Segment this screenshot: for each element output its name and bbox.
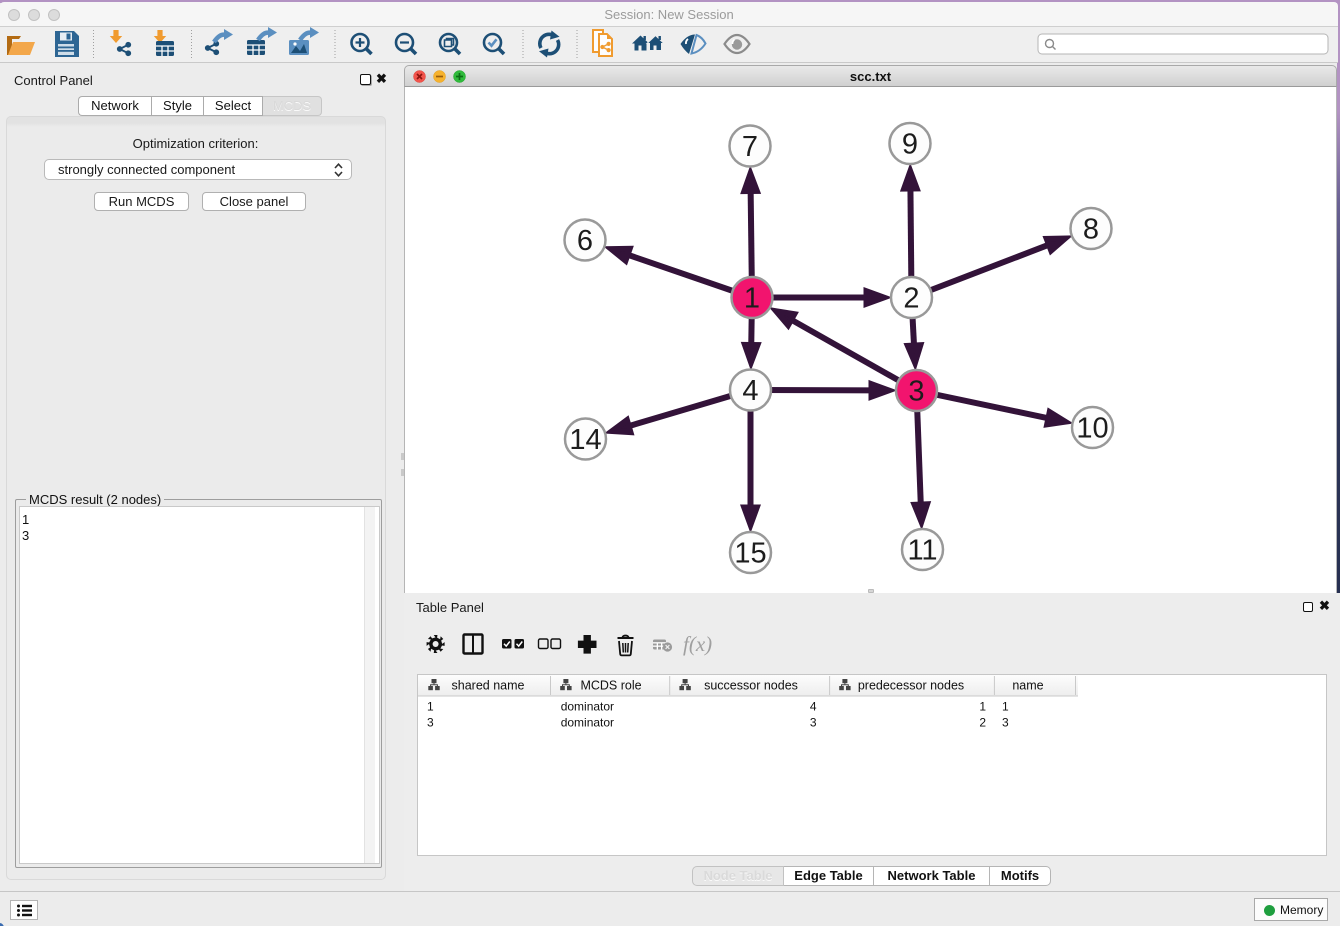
svg-text:4: 4 [810, 700, 817, 714]
svg-text:15: 15 [734, 538, 766, 570]
svg-text:6: 6 [577, 225, 593, 257]
svg-text:3: 3 [908, 376, 924, 408]
svg-text:dominator: dominator [561, 716, 614, 730]
svg-text:3: 3 [1002, 716, 1009, 730]
svg-text:f(x): f(x) [683, 632, 712, 656]
svg-text:2: 2 [979, 716, 986, 730]
svg-text:11: 11 [907, 535, 937, 567]
svg-text:name: name [1012, 679, 1043, 693]
svg-text:4: 4 [742, 375, 758, 407]
svg-text:predecessor nodes: predecessor nodes [858, 679, 964, 693]
svg-text:successor nodes: successor nodes [704, 679, 798, 693]
svg-text:1: 1 [744, 283, 760, 315]
svg-text:2: 2 [903, 283, 919, 315]
svg-text:9: 9 [902, 129, 918, 161]
svg-text:8: 8 [1083, 214, 1099, 246]
svg-text:14: 14 [569, 424, 601, 456]
svg-text:3: 3 [427, 716, 434, 730]
svg-text:10: 10 [1076, 413, 1108, 445]
svg-text:7: 7 [742, 131, 758, 163]
svg-text:1: 1 [1002, 700, 1009, 714]
svg-text:shared name: shared name [452, 679, 525, 693]
svg-text:1: 1 [979, 700, 986, 714]
svg-text:1: 1 [427, 700, 434, 714]
svg-text:MCDS role: MCDS role [580, 679, 641, 693]
svg-text:dominator: dominator [561, 700, 614, 714]
svg-text:3: 3 [810, 716, 817, 730]
